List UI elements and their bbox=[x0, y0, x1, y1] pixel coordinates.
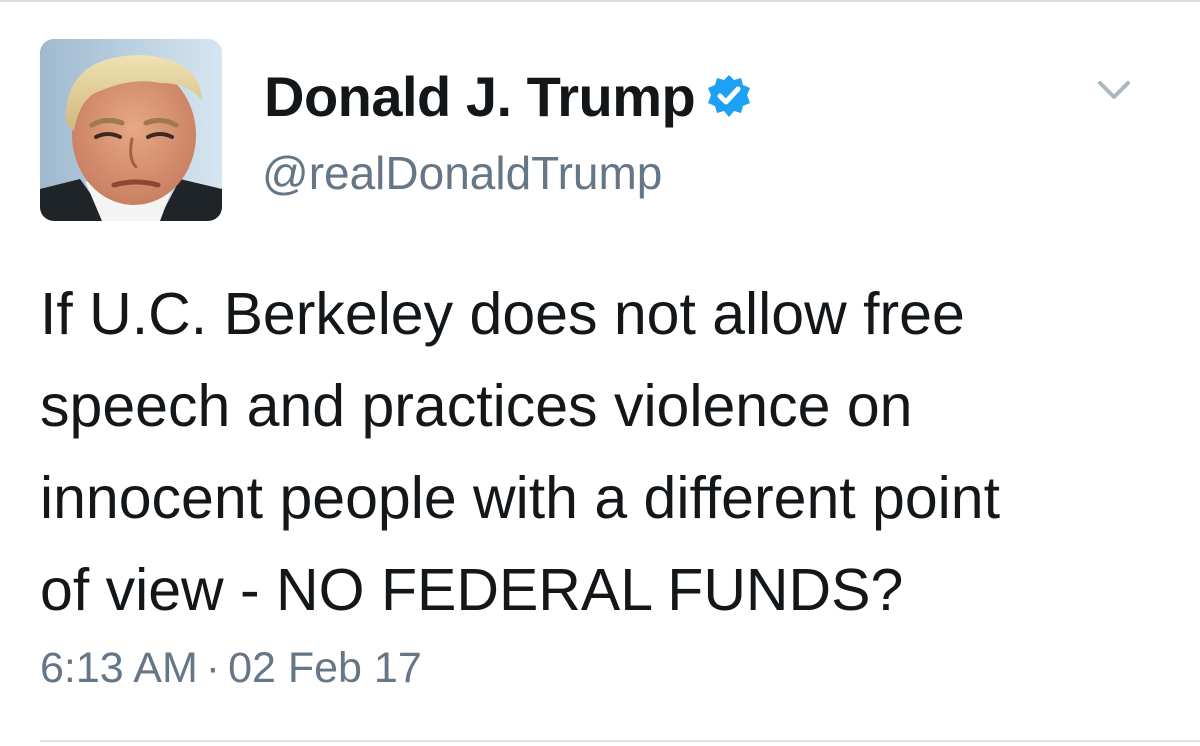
display-name[interactable]: Donald J. Trump bbox=[264, 62, 753, 130]
tweet-text-line: speech and practices violence on bbox=[40, 373, 913, 439]
bottom-divider bbox=[40, 740, 1200, 742]
tweet-text-line: of view - NO FEDERAL FUNDS? bbox=[40, 557, 904, 623]
profile-photo-icon bbox=[40, 39, 222, 221]
tweet-text: If U.C. Berkeley does not allow free spe… bbox=[40, 268, 1180, 636]
tweet-text-line: innocent people with a different point bbox=[40, 465, 1000, 531]
timestamp-separator: · bbox=[205, 644, 221, 692]
tweet-text-line: If U.C. Berkeley does not allow free bbox=[40, 281, 965, 347]
chevron-down-icon bbox=[1098, 81, 1130, 99]
tweet-timestamp[interactable]: 6:13 AM · 02 Feb 17 bbox=[40, 644, 422, 693]
top-divider bbox=[0, 0, 1200, 2]
user-handle[interactable]: @realDonaldTrump bbox=[262, 146, 662, 200]
tweet-date[interactable]: 02 Feb 17 bbox=[228, 644, 422, 692]
tweet-menu-button[interactable] bbox=[1092, 74, 1136, 106]
display-name-text[interactable]: Donald J. Trump bbox=[264, 64, 696, 129]
verified-badge-icon bbox=[708, 75, 751, 117]
tweet-time[interactable]: 6:13 AM bbox=[40, 644, 198, 692]
avatar[interactable] bbox=[40, 39, 222, 221]
